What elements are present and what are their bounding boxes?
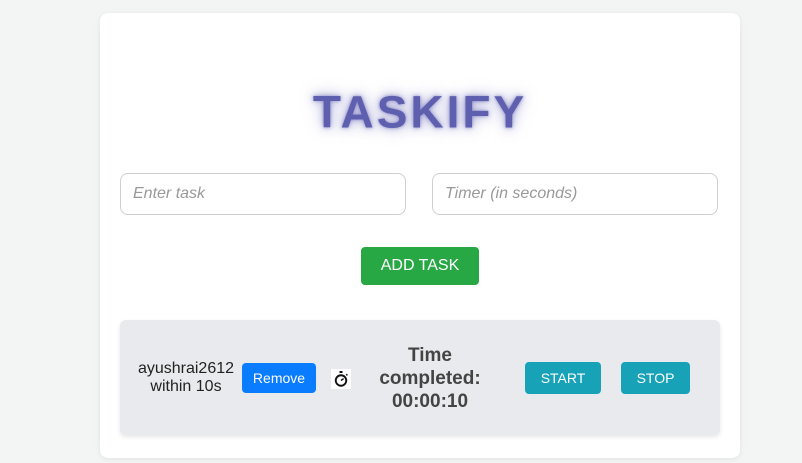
taskify-card: TASKIFY ADD TASK ayushrai2612 within 10s… xyxy=(100,13,740,458)
timer-status: Time completed: 00:00:10 xyxy=(372,344,488,413)
task-label: ayushrai2612 within 10s xyxy=(134,360,238,396)
start-button[interactable]: START xyxy=(525,362,601,394)
app-logo-title: TASKIFY xyxy=(312,86,528,138)
task-input[interactable] xyxy=(120,173,406,215)
add-task-button[interactable]: ADD TASK xyxy=(361,247,479,285)
task-duration: within 10s xyxy=(150,378,222,395)
stopwatch-icon xyxy=(331,369,351,389)
timer-status-line: completed: xyxy=(379,368,481,389)
timer-input[interactable] xyxy=(432,173,718,215)
timer-status-value: 00:00:10 xyxy=(391,391,469,412)
timer-status-line: Time xyxy=(407,345,452,366)
remove-button[interactable]: Remove xyxy=(242,363,316,393)
task-item: ayushrai2612 within 10s Remove Time comp… xyxy=(120,320,720,435)
task-name: ayushrai2612 xyxy=(137,360,235,377)
stop-button[interactable]: STOP xyxy=(621,362,690,394)
